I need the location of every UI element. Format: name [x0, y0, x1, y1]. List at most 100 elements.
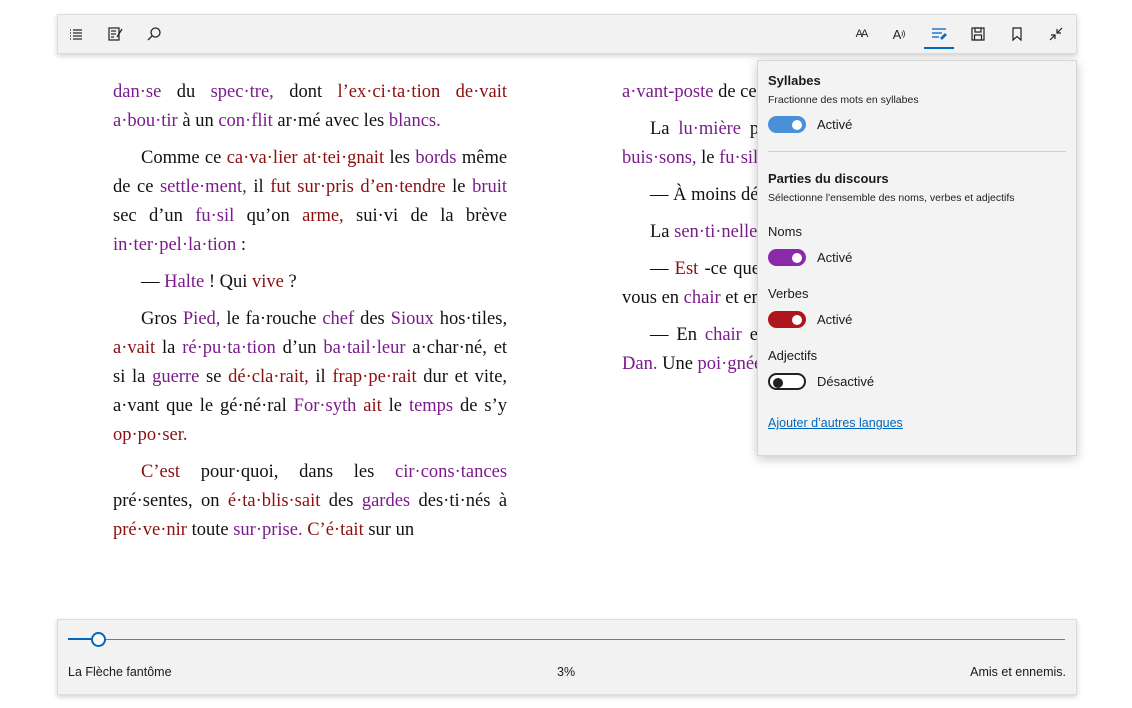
- noun-word[interactable]: ré·pu·ta·tion: [182, 338, 276, 358]
- noun-word[interactable]: Halte: [164, 272, 204, 292]
- text-run[interactable]: il: [253, 177, 263, 197]
- noun-word[interactable]: chef: [322, 309, 354, 329]
- text-run[interactable]: de ce: [718, 82, 757, 102]
- noun-word[interactable]: Sioux: [391, 309, 434, 329]
- noun-word[interactable]: cir·cons·tances: [395, 462, 507, 482]
- text-run[interactable]: toute: [192, 520, 229, 540]
- noun-word[interactable]: Dan.: [622, 354, 657, 374]
- exit-fullscreen-icon[interactable]: [1041, 19, 1071, 49]
- text-run[interactable]: sui·vi de la brève: [356, 206, 507, 226]
- text-run[interactable]: ar·mé avec les: [277, 111, 384, 131]
- nouns-toggle[interactable]: [768, 249, 806, 266]
- text-run[interactable]: des: [360, 309, 385, 329]
- noun-word[interactable]: gardes: [362, 491, 410, 511]
- noun-word[interactable]: chair: [705, 325, 742, 345]
- noun-word[interactable]: bords: [415, 148, 456, 168]
- verb-word[interactable]: de·vait: [456, 82, 507, 102]
- verb-word[interactable]: C’est: [141, 462, 180, 482]
- noun-word[interactable]: settle·ment,: [160, 177, 247, 197]
- verbs-toggle[interactable]: [768, 311, 806, 328]
- list-icon[interactable]: [61, 19, 91, 49]
- noun-word[interactable]: spec·tre,: [211, 82, 274, 102]
- text-run[interactable]: —: [650, 259, 669, 279]
- text-run[interactable]: — En: [650, 325, 697, 345]
- verb-word[interactable]: Est: [675, 259, 699, 279]
- text-run[interactable]: -ce que: [704, 259, 759, 279]
- noun-word[interactable]: For·syth: [294, 396, 357, 416]
- text-run[interactable]: dont: [289, 82, 322, 102]
- text-run[interactable]: le: [701, 148, 714, 168]
- text-run[interactable]: le: [389, 396, 402, 416]
- text-run[interactable]: Une: [662, 354, 693, 374]
- text-run[interactable]: la: [162, 338, 175, 358]
- text-size-icon[interactable]: AA: [846, 19, 876, 49]
- save-icon[interactable]: [963, 19, 993, 49]
- progress-track[interactable]: [68, 639, 1065, 640]
- noun-word[interactable]: fu·sil: [195, 206, 234, 226]
- text-run[interactable]: le: [452, 177, 465, 197]
- verb-word[interactable]: fut sur·pris: [270, 177, 354, 197]
- noun-word[interactable]: a·vant-poste: [622, 82, 713, 102]
- text-run[interactable]: et en: [725, 288, 760, 308]
- noun-word[interactable]: temps: [409, 396, 453, 416]
- text-run[interactable]: pré·sentes, on: [113, 491, 220, 511]
- text-run[interactable]: pour·quoi, dans les: [201, 462, 375, 482]
- syllables-toggle[interactable]: [768, 116, 806, 133]
- read-aloud-icon[interactable]: A: [885, 19, 915, 49]
- verb-word[interactable]: l’ex·ci·ta·tion: [337, 82, 440, 102]
- bookmark-icon[interactable]: [1002, 19, 1032, 49]
- text-run[interactable]: Comme ce: [141, 148, 221, 168]
- noun-word[interactable]: con·flit: [218, 111, 272, 131]
- verb-word[interactable]: C’é·tait: [307, 520, 364, 540]
- verb-word[interactable]: vive: [252, 272, 284, 292]
- verb-word[interactable]: é·ta·blis·sait: [228, 491, 320, 511]
- text-run[interactable]: ! Qui: [209, 272, 248, 292]
- noun-word[interactable]: fu·sil: [719, 148, 758, 168]
- verb-word[interactable]: dé·cla·rait,: [228, 367, 309, 387]
- noun-word[interactable]: in·ter·pel·la·tion: [113, 235, 236, 255]
- noun-word[interactable]: Pied,: [183, 309, 221, 329]
- text-run[interactable]: ?: [288, 272, 296, 292]
- verb-word[interactable]: ca·va·lier: [227, 148, 298, 168]
- verb-word[interactable]: pré·ve·nir: [113, 520, 187, 540]
- noun-word[interactable]: guerre: [152, 367, 199, 387]
- text-run[interactable]: La: [650, 222, 670, 242]
- noun-word[interactable]: blancs.: [389, 111, 441, 131]
- verb-word[interactable]: at·tei·gnait: [303, 148, 384, 168]
- verb-word[interactable]: ait: [363, 396, 382, 416]
- verb-word[interactable]: op·po·ser.: [113, 425, 188, 445]
- text-run[interactable]: — À moins: [650, 185, 736, 205]
- verb-word[interactable]: frap·pe·rait: [332, 367, 416, 387]
- add-languages-link[interactable]: Ajouter d’autres langues: [768, 416, 903, 430]
- text-run[interactable]: se: [206, 367, 221, 387]
- text-run[interactable]: d’un: [283, 338, 317, 358]
- noun-word[interactable]: buis·sons,: [622, 148, 697, 168]
- text-run[interactable]: :: [241, 235, 246, 255]
- adjectives-toggle[interactable]: [768, 373, 806, 390]
- noun-word[interactable]: sur·prise.: [233, 520, 302, 540]
- verb-word[interactable]: arme,: [302, 206, 344, 226]
- text-run[interactable]: qu’on: [247, 206, 290, 226]
- text-run[interactable]: il: [315, 367, 325, 387]
- verb-word[interactable]: d’en·tendre: [360, 177, 445, 197]
- text-run[interactable]: Gros: [141, 309, 177, 329]
- verb-word[interactable]: a·vait: [113, 338, 155, 358]
- notes-icon[interactable]: [100, 19, 130, 49]
- text-run[interactable]: les: [389, 148, 410, 168]
- noun-word[interactable]: dan·se: [113, 82, 161, 102]
- text-run[interactable]: hos·tiles,: [440, 309, 507, 329]
- noun-word[interactable]: sen·ti·nelle: [674, 222, 757, 242]
- text-run[interactable]: le fa·rouche: [226, 309, 316, 329]
- text-run[interactable]: —: [141, 272, 164, 292]
- progress-thumb[interactable]: [90, 632, 106, 647]
- noun-word[interactable]: poi·gnée: [698, 354, 763, 374]
- noun-word[interactable]: bruit: [472, 177, 507, 197]
- noun-word[interactable]: a·bou·tir: [113, 111, 178, 131]
- search-icon[interactable]: [139, 19, 169, 49]
- text-run[interactable]: des·ti·nés à: [419, 491, 508, 511]
- noun-word[interactable]: lu·mière: [678, 119, 741, 139]
- text-run[interactable]: à un: [182, 111, 213, 131]
- learning-tools-icon[interactable]: [924, 19, 954, 49]
- text-run[interactable]: du: [177, 82, 196, 102]
- noun-word[interactable]: chair: [684, 288, 721, 308]
